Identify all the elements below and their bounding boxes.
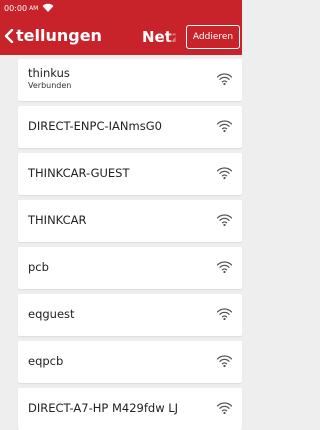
wifi-icon [216, 214, 233, 227]
network-name: DIRECT-ENPC-IANmsG0 [28, 119, 162, 133]
wifi-icon [216, 73, 233, 86]
status-time: 00:00 [4, 3, 28, 13]
wifi-icon [216, 355, 233, 368]
wifi-icon [216, 167, 233, 180]
network-name: THINKCAR [28, 213, 87, 227]
network-name: THINKCAR-GUEST [28, 166, 130, 180]
wifi-icon [216, 308, 233, 321]
status-bar: 00:00 AM [4, 2, 54, 14]
network-list-item[interactable]: eqguest [18, 294, 242, 336]
network-list-item[interactable]: DIRECT-ENPC-IANmsG0 [18, 106, 242, 148]
network-name: DIRECT-A7-HP M429fdw LJ [28, 401, 179, 415]
status-ampm: AM [29, 4, 39, 12]
network-list-item[interactable]: DIRECT-A7-HP M429fdw LJ [18, 388, 242, 430]
network-list-item[interactable]: THINKCAR-GUEST [18, 153, 242, 195]
add-network-button[interactable]: Addieren [186, 25, 240, 49]
network-list-item[interactable]: eqpcb [18, 341, 242, 383]
status-wifi-icon [42, 3, 54, 12]
back-chevron-icon[interactable] [4, 29, 14, 43]
app-header: 00:00 AM tellungen Netz Addieren [0, 0, 242, 55]
wifi-icon [216, 402, 233, 415]
tab-fade [168, 26, 178, 48]
network-name: eqguest [28, 307, 75, 321]
network-status: Verbunden [28, 81, 72, 90]
network-list-item[interactable]: pcb [18, 247, 242, 289]
network-name: thinkus [28, 66, 70, 80]
wifi-icon [216, 261, 233, 274]
network-name: eqpcb [28, 354, 64, 368]
network-list-item[interactable]: THINKCAR [18, 200, 242, 242]
network-name: pcb [28, 260, 49, 274]
page-title: tellungen [16, 26, 102, 45]
network-list-item[interactable]: thinkus Verbunden [18, 59, 242, 101]
wifi-icon [216, 120, 233, 133]
